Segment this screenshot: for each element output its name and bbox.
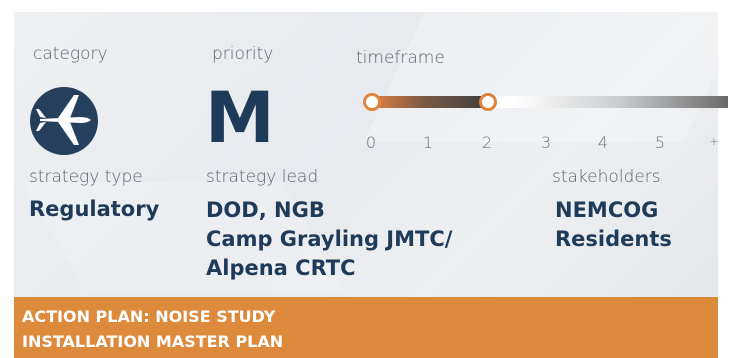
timeframe-start-marker (363, 93, 381, 111)
timeframe-tick: + (709, 135, 719, 148)
timeframe-tick: 3 (540, 133, 552, 152)
timeframe-end-marker (479, 93, 497, 111)
timeframe-tick: 1 (422, 133, 434, 152)
strategy-type-label: strategy type (29, 167, 143, 187)
stakeholders-value: NEMCOG Residents (555, 196, 672, 254)
category-label: category (33, 44, 108, 64)
timeframe-tick: 0 (365, 133, 377, 152)
strategy-lead-value: DOD, NGB Camp Grayling JMTC/ Alpena CRTC (206, 196, 452, 283)
action-plan-line: ACTION PLAN: NOISE STUDY (22, 307, 276, 326)
timeframe-tick: 4 (597, 133, 609, 152)
strategy-type-value: Regulatory (29, 197, 160, 221)
strategy-lead-line: Camp Grayling JMTC/ (206, 227, 453, 251)
stakeholder-item: Residents (555, 227, 672, 251)
timeframe-tick: 2 (481, 133, 493, 152)
strategy-lead-line: Alpena CRTC (206, 256, 356, 280)
stakeholder-item: NEMCOG (555, 198, 659, 222)
airplane-icon (36, 95, 91, 145)
timeframe-range-bar (372, 96, 488, 108)
action-plan-line: INSTALLATION MASTER PLAN (22, 332, 284, 351)
priority-label: priority (212, 44, 274, 64)
background-facet (363, 12, 718, 142)
timeframe-tick: 5 (654, 133, 666, 152)
action-plan-banner: ACTION PLAN: NOISE STUDY INSTALLATION MA… (14, 297, 718, 358)
priority-value: M (205, 77, 275, 159)
stakeholders-label: stakeholders (552, 167, 661, 187)
category-badge (30, 87, 98, 155)
strategy-lead-line: DOD, NGB (206, 198, 325, 222)
strategy-lead-label: strategy lead (206, 167, 319, 187)
timeframe-label: timeframe (356, 48, 445, 68)
